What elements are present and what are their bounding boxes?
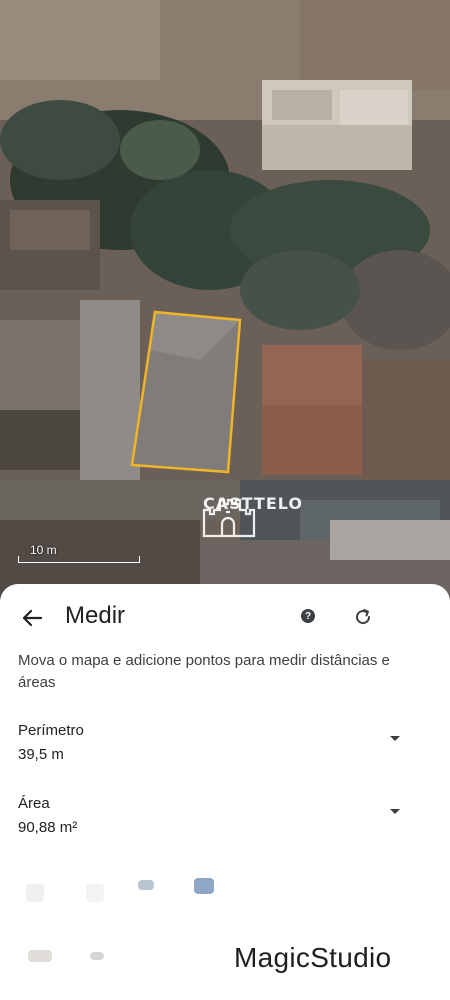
dropdown-arrow-icon[interactable] xyxy=(388,807,402,817)
castelo-logo: CASTTELO xyxy=(198,492,308,568)
arrow-left-icon xyxy=(22,609,43,627)
area-label: Área xyxy=(18,795,50,812)
magicstudio-watermark: MagicStudio xyxy=(234,942,392,973)
dropdown-arrow-icon[interactable] xyxy=(388,734,402,744)
help-circle-icon: ? xyxy=(301,609,315,623)
perimeter-label: Perímetro xyxy=(18,722,84,739)
perimeter-row[interactable]: Perímetro 39,5 m xyxy=(0,722,450,778)
help-button[interactable]: ? xyxy=(296,604,320,628)
map-scale: 10 m xyxy=(18,543,140,565)
watermark-row: MagicStudio xyxy=(0,940,450,976)
area-value: 90,88 m² xyxy=(18,819,78,836)
refresh-icon xyxy=(356,609,371,625)
scale-label: 10 m xyxy=(30,543,57,557)
measure-topbar: Medir ? xyxy=(0,584,450,646)
scale-bar xyxy=(18,556,140,563)
perimeter-value: 39,5 m xyxy=(18,746,64,763)
satellite-map[interactable]: 10 m CASTTELO xyxy=(0,0,450,600)
blurred-icon xyxy=(90,952,104,960)
reset-button[interactable] xyxy=(350,604,376,630)
blurred-icon-row xyxy=(0,874,450,904)
blurred-icon xyxy=(138,880,154,890)
measure-sheet: Medir ? Mova o mapa e adicione pontos pa… xyxy=(0,584,450,1000)
page-title: Medir xyxy=(65,602,126,629)
back-button[interactable] xyxy=(16,602,48,634)
area-row[interactable]: Área 90,88 m² xyxy=(0,795,450,851)
blurred-icon xyxy=(86,884,104,902)
blurred-icon xyxy=(26,884,44,902)
blurred-icon xyxy=(194,878,214,894)
measure-instructions: Mova o mapa e adicione pontos para medir… xyxy=(18,652,390,691)
logo-text: CASTTELO xyxy=(203,494,303,513)
blurred-icon xyxy=(28,950,52,962)
